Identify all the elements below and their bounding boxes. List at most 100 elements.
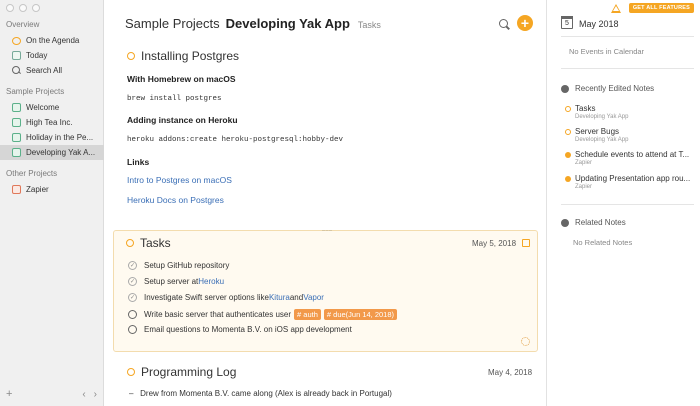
sidebar-footer: + ‹ ›: [6, 388, 97, 400]
gear-icon[interactable]: [521, 337, 530, 346]
page-title: Developing Yak App: [225, 16, 350, 31]
related-notes-heading: Related Notes: [561, 218, 626, 227]
forward-button[interactable]: ›: [94, 389, 97, 400]
overview-heading: Overview: [6, 20, 40, 29]
main-content: Sample Projects Developing Yak App Tasks…: [105, 0, 546, 406]
recent-note-project: Zapier: [575, 160, 593, 166]
window-controls: [6, 4, 40, 12]
note-status-icon: [127, 368, 135, 376]
calendar-icon[interactable]: [522, 239, 530, 247]
divider: [561, 204, 694, 205]
tasks-note[interactable]: Tasks May 5, 2018 ✓ Setup GitHub reposit…: [113, 230, 538, 352]
recent-note-title: Updating Presentation app rou...: [575, 174, 691, 183]
sidebar-item-label: High Tea Inc.: [26, 118, 73, 127]
close-window-button[interactable]: [6, 4, 14, 12]
sample-projects-heading: Sample Projects: [6, 87, 65, 96]
no-related-text: No Related Notes: [573, 238, 633, 247]
sidebar-item-on-the-agenda[interactable]: On the Agenda: [0, 33, 104, 48]
search-icon[interactable]: [499, 19, 510, 30]
recent-note-title: Server Bugs: [575, 127, 620, 136]
pro-banner: GET ALL FEATURES: [610, 3, 694, 13]
note-heading: Adding instance on Heroku: [127, 115, 238, 125]
note-date: May 5, 2018: [472, 239, 517, 248]
sidebar-item-developing-yak[interactable]: Developing Yak A...: [0, 145, 104, 160]
sidebar-item-search-all[interactable]: Search All: [0, 63, 104, 78]
tag-due[interactable]: # due(Jun 14, 2018): [323, 309, 398, 320]
link-vapor[interactable]: Vapor: [303, 293, 324, 302]
project-breadcrumb[interactable]: Sample Projects: [125, 16, 220, 31]
recent-note-title: Schedule events to attend at T...: [575, 150, 690, 159]
get-all-features-button[interactable]: GET ALL FEATURES: [628, 3, 694, 13]
sidebar-item-today[interactable]: Today: [0, 48, 104, 63]
sidebar-item-holiday[interactable]: Holiday in the Pe...: [0, 130, 104, 145]
note-title[interactable]: Programming Log: [127, 365, 236, 379]
note-status-icon: [565, 151, 571, 158]
other-projects-heading: Other Projects: [6, 169, 58, 178]
checkmark-icon[interactable]: ✓: [128, 261, 137, 270]
task-text: Email questions to Momenta B.V. on iOS a…: [144, 325, 352, 334]
task-item[interactable]: Email questions to Momenta B.V. on iOS a…: [128, 325, 352, 334]
list-item-text: Drew from Momenta B.V. came along (Alex …: [140, 389, 392, 398]
recent-note-project: Zapier: [575, 184, 593, 190]
note-status-icon: [565, 175, 571, 182]
task-item[interactable]: ✓ Setup server at Heroku: [128, 277, 224, 286]
link-heroku[interactable]: Heroku: [198, 277, 224, 286]
task-item[interactable]: ✓ Setup GitHub repository: [128, 261, 229, 270]
task-text: and: [289, 293, 304, 302]
zoom-window-button[interactable]: [32, 4, 40, 12]
sidebar-item-high-tea[interactable]: High Tea Inc.: [0, 115, 104, 130]
task-item[interactable]: ✓ Investigate Swift server options like …: [128, 293, 324, 302]
checkmark-icon[interactable]: ✓: [128, 293, 137, 302]
task-item[interactable]: Write basic server that authenticates us…: [128, 309, 398, 320]
section-label: Related Notes: [575, 218, 626, 227]
note-status-icon: [126, 239, 134, 247]
search-icon: [12, 66, 21, 75]
sidebar: Overview On the Agenda Today Search All …: [0, 0, 104, 406]
recent-note-project: Developing Yak App: [575, 114, 629, 120]
note-heading: With Homebrew on macOS: [127, 74, 236, 84]
back-button[interactable]: ‹: [82, 389, 85, 400]
notebook-icon: [12, 185, 21, 194]
note-title[interactable]: Tasks: [126, 236, 171, 250]
calendar-icon[interactable]: 5: [561, 16, 573, 29]
sidebar-item-zapier[interactable]: Zapier: [0, 182, 104, 197]
recent-note-item[interactable]: Server Bugs Developing Yak App: [565, 127, 695, 143]
sidebar-item-label: Developing Yak A...: [26, 148, 96, 157]
code-line: brew install postgres: [127, 95, 222, 103]
warning-icon: [610, 3, 621, 13]
page-header: Sample Projects Developing Yak App Tasks: [125, 16, 381, 31]
sidebar-item-welcome[interactable]: Welcome: [0, 100, 104, 115]
sidebar-item-label: Search All: [26, 66, 63, 75]
link-intro-postgres[interactable]: Intro to Postgres on macOS: [127, 175, 232, 185]
sidebar-item-label: On the Agenda: [26, 36, 80, 45]
tag-auth[interactable]: # auth: [294, 309, 321, 320]
note-status-icon: [127, 52, 135, 60]
recent-note-item[interactable]: Schedule events to attend at T... Zapier: [565, 150, 695, 166]
notebook-icon: [12, 118, 21, 127]
recent-notes-heading: Recently Edited Notes: [561, 84, 654, 93]
checkbox-icon[interactable]: [128, 325, 137, 334]
code-line: heroku addons:create heroku-postgresql:h…: [127, 136, 344, 144]
notebook-icon: [12, 148, 21, 157]
link-kitura[interactable]: Kitura: [269, 293, 290, 302]
recent-note-item[interactable]: Updating Presentation app rou... Zapier: [565, 174, 695, 190]
link-heroku-docs[interactable]: Heroku Docs on Postgres: [127, 195, 224, 205]
task-text: Setup server at: [144, 277, 199, 286]
task-text: Investigate Swift server options like: [144, 293, 269, 302]
note-status-icon: [565, 105, 571, 112]
recent-note-title: Tasks: [575, 104, 596, 113]
section-tab-tasks[interactable]: Tasks: [358, 20, 381, 30]
sidebar-item-label: Today: [26, 51, 48, 60]
calendar-month: May 2018: [579, 19, 619, 29]
note-title[interactable]: Installing Postgres: [127, 49, 239, 63]
minimize-window-button[interactable]: [19, 4, 27, 12]
checkbox-icon[interactable]: [128, 310, 137, 319]
recent-note-item[interactable]: Tasks Developing Yak App: [565, 104, 695, 120]
sidebar-item-label: Welcome: [26, 103, 60, 112]
drag-handle[interactable]: [322, 230, 332, 233]
add-project-button[interactable]: +: [6, 388, 74, 400]
note-title-text: Programming Log: [141, 365, 237, 379]
add-note-button[interactable]: +: [517, 15, 533, 31]
checkmark-icon[interactable]: ✓: [128, 277, 137, 286]
sidebar-item-label: Zapier: [26, 185, 49, 194]
